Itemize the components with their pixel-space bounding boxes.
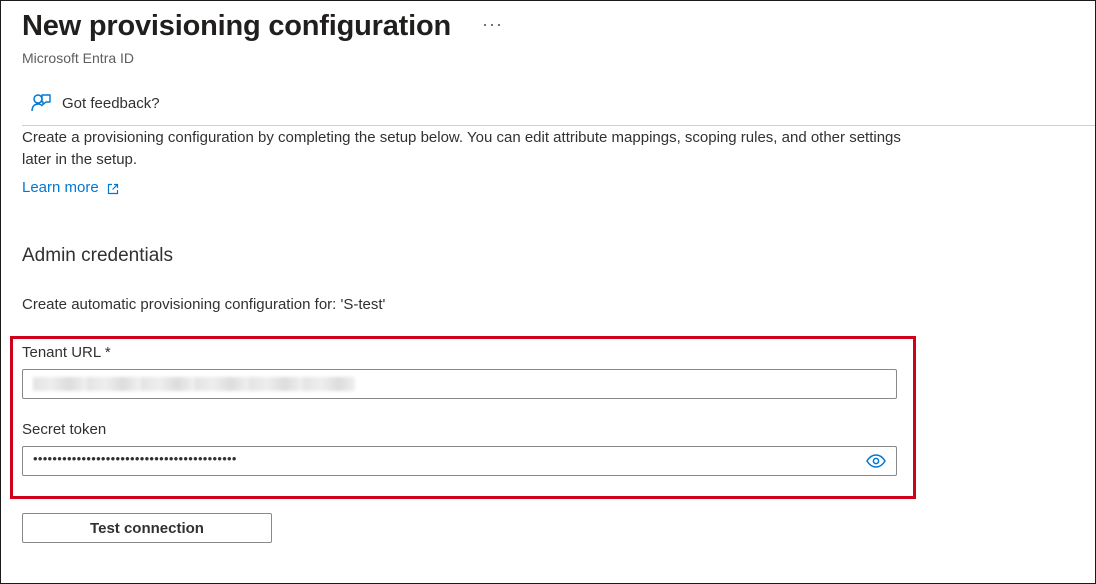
intro-text: Create a provisioning configuration by c… — [22, 129, 901, 168]
more-options-button[interactable]: ··· — [482, 14, 503, 35]
feedback-label: Got feedback? — [62, 94, 160, 112]
secret-token-input[interactable]: ••••••••••••••••••••••••••••••••••••••••… — [22, 446, 897, 476]
test-connection-button[interactable]: Test connection — [22, 513, 272, 543]
page-title: New provisioning configuration — [22, 10, 452, 42]
person-feedback-icon — [30, 92, 52, 114]
eye-icon[interactable] — [866, 454, 886, 468]
tenant-url-label: Tenant URL * — [22, 344, 111, 361]
tenant-url-input[interactable] — [22, 369, 897, 399]
learn-more-label: Learn more — [22, 179, 99, 196]
feedback-button[interactable]: Got feedback? — [30, 92, 160, 114]
admin-credentials-heading: Admin credentials — [22, 245, 174, 266]
external-link-icon — [107, 182, 119, 194]
redacted-url-value — [33, 377, 355, 391]
config-target-text: Create automatic provisioning configurat… — [22, 296, 386, 313]
secret-token-label: Secret token — [22, 421, 107, 438]
page-subtitle: Microsoft Entra ID — [22, 50, 135, 66]
command-bar-divider — [22, 125, 1095, 126]
learn-more-link[interactable]: Learn more — [22, 179, 119, 196]
secret-token-value: ••••••••••••••••••••••••••••••••••••••••… — [33, 451, 237, 466]
